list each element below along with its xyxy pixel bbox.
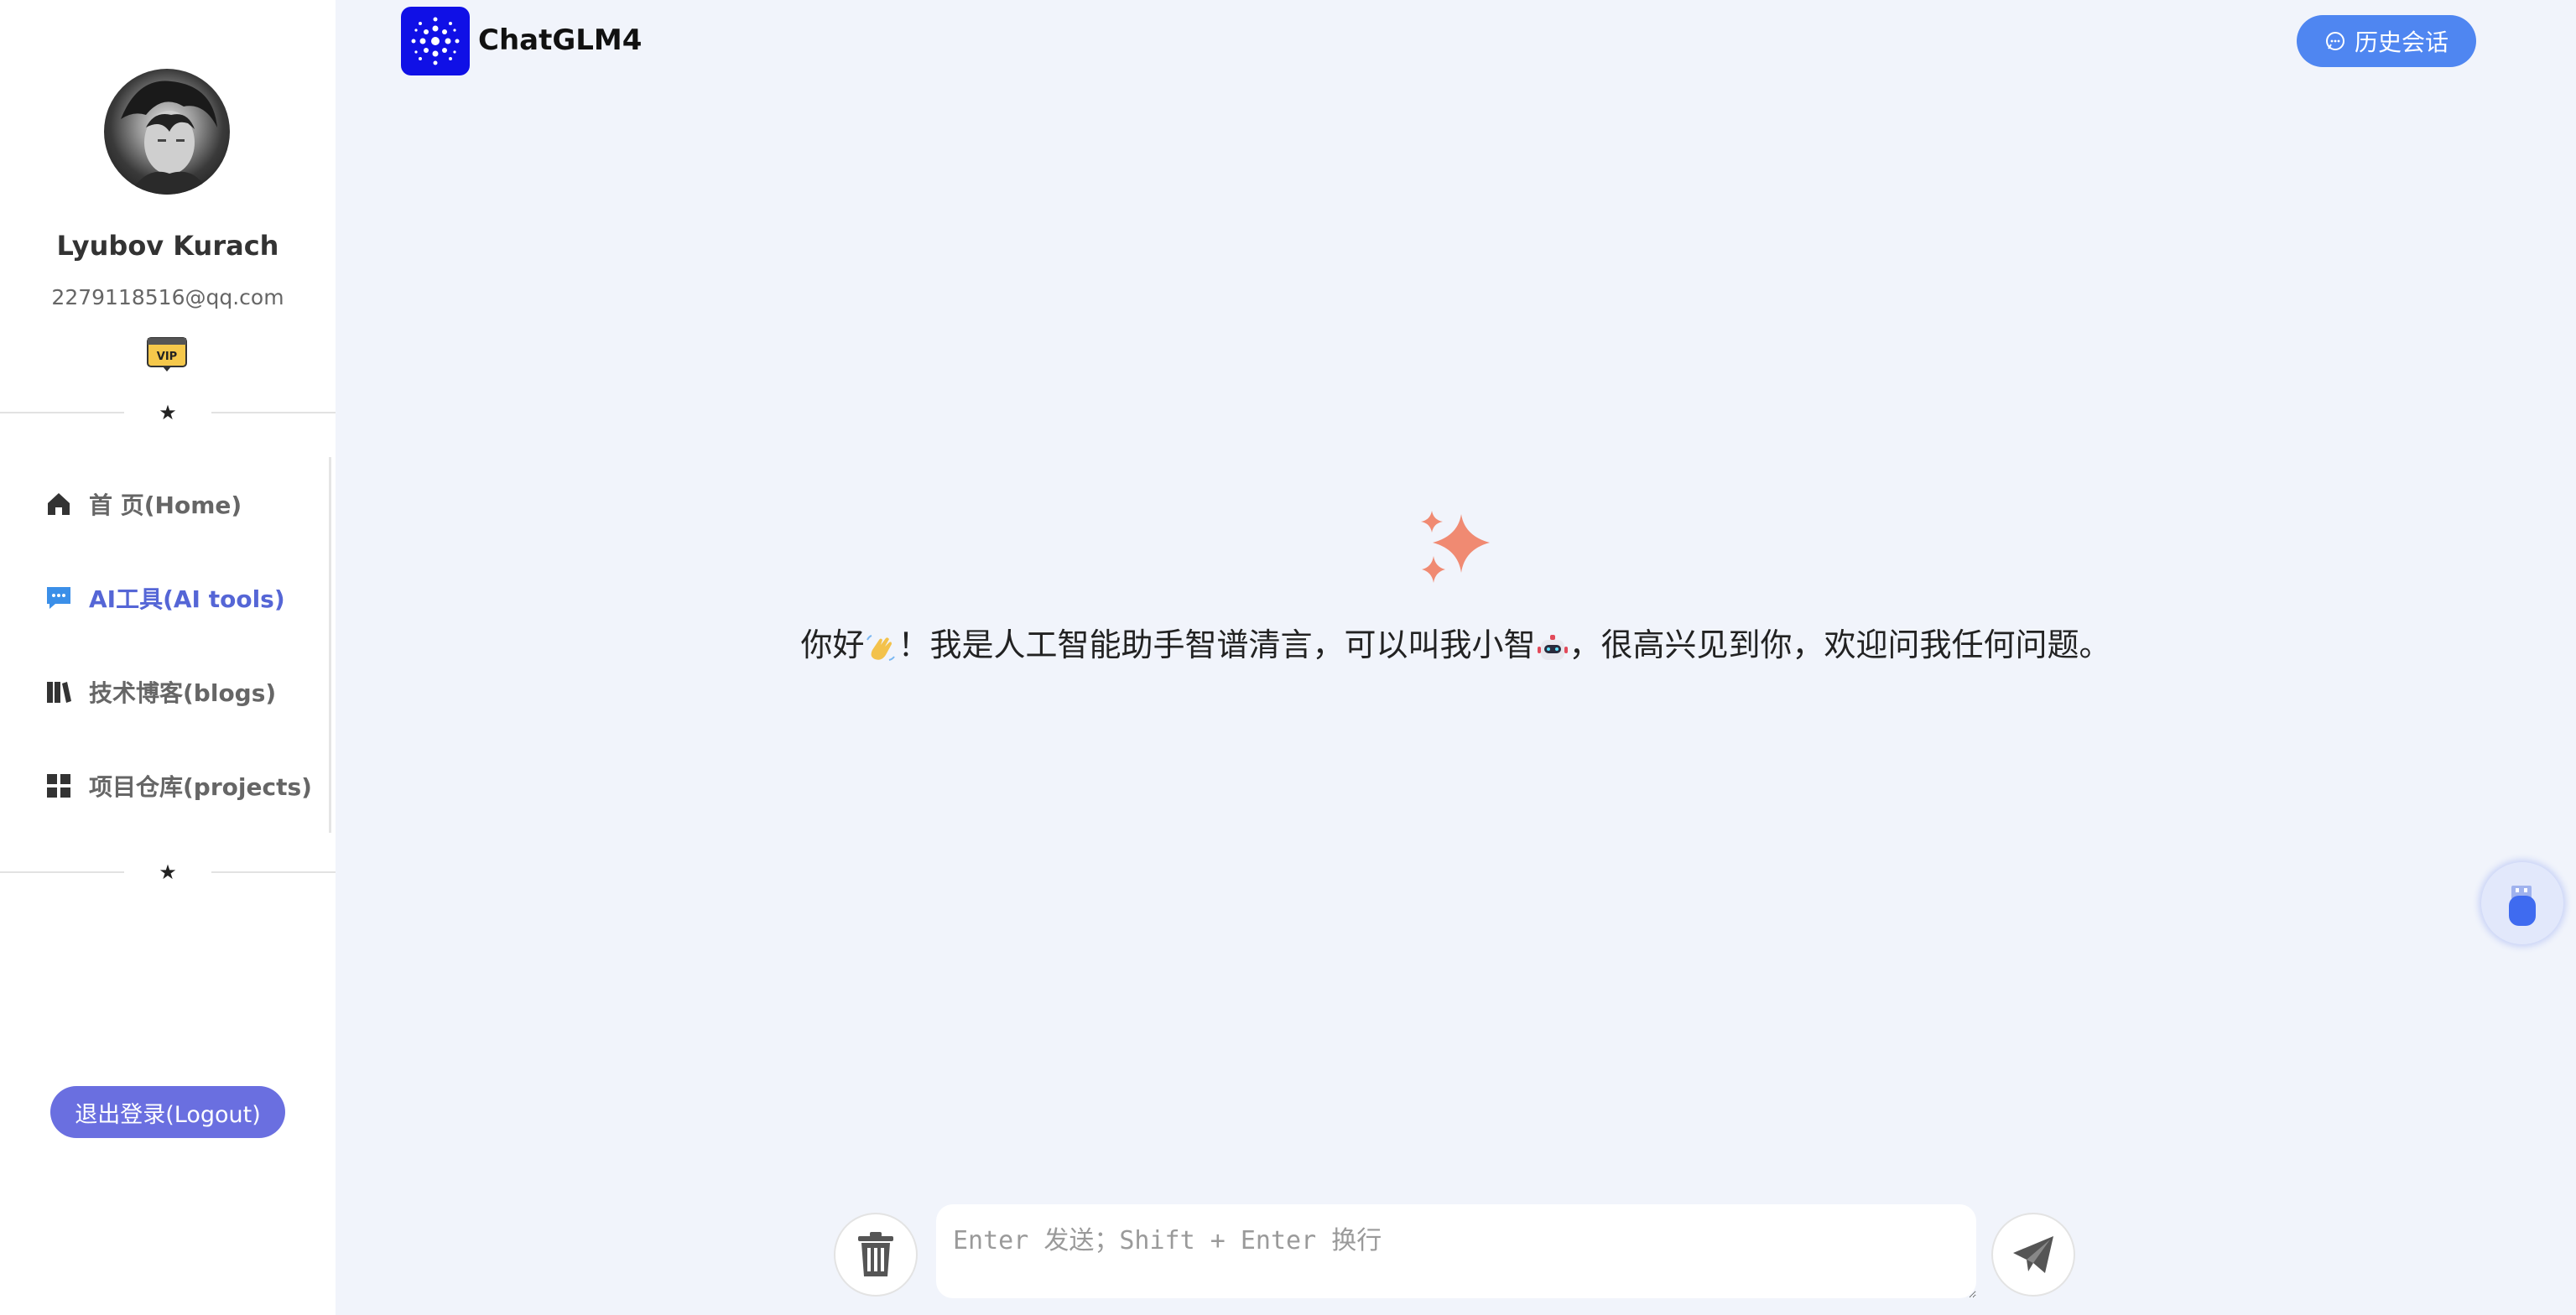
clear-chat-button[interactable] xyxy=(834,1213,918,1297)
logout-button[interactable]: 退出登录(Logout) xyxy=(50,1086,285,1138)
chat-icon xyxy=(45,585,72,611)
welcome-text-2: ！我是人工智能助手智谱清言，可以叫我小智 xyxy=(898,626,1536,663)
message-input-container xyxy=(936,1204,1976,1298)
books-icon xyxy=(45,678,72,705)
sparkle-icon xyxy=(1418,507,1493,585)
sidebar-item-ai-tools[interactable]: AI工具(AI tools) xyxy=(45,573,285,623)
message-input[interactable] xyxy=(936,1204,1976,1298)
divider-top: ★ xyxy=(0,400,336,425)
sidebar-item-label: 技术博客(blogs) xyxy=(89,679,277,707)
history-label: 历史会话 xyxy=(2354,29,2449,56)
usb-drive-icon[interactable] xyxy=(2481,862,2563,944)
vip-badge-text: VIP xyxy=(157,351,177,363)
sidebar-item-label: 首 页(Home) xyxy=(89,491,242,519)
welcome-message: 你好 ！我是人工智能助手智谱清言，可以叫我小智 ，很高兴见到你，欢迎问我任何问题。 xyxy=(0,619,2576,665)
welcome-text-1: 你好 xyxy=(800,626,865,663)
app-logo[interactable] xyxy=(401,7,470,75)
star-icon: ★ xyxy=(159,860,177,884)
waving-hand-icon xyxy=(864,632,898,665)
sidebar-item-projects[interactable]: 项目仓库(projects) xyxy=(45,761,312,811)
trash-icon xyxy=(858,1232,893,1276)
sidebar-item-label: 项目仓库(projects) xyxy=(89,773,312,801)
history-sessions-button[interactable]: 历史会话 xyxy=(2297,15,2476,67)
avatar[interactable] xyxy=(104,69,230,195)
app-title: ChatGLM4 xyxy=(478,23,643,57)
home-icon xyxy=(45,491,72,517)
paper-plane-icon xyxy=(2013,1236,2053,1273)
chat-bubble-icon xyxy=(2325,32,2344,50)
user-name: Lyubov Kurach xyxy=(56,230,279,262)
grid-icon xyxy=(45,772,72,799)
vip-badge-icon: VIP xyxy=(146,331,188,373)
user-email: 2279118516@qq.com xyxy=(51,285,284,309)
sidebar-item-home[interactable]: 首 页(Home) xyxy=(45,479,242,529)
welcome-text-3: ，很高兴见到你，欢迎问我任何问题。 xyxy=(1569,626,2111,663)
send-button[interactable] xyxy=(1991,1213,2075,1297)
sidebar-item-blogs[interactable]: 技术博客(blogs) xyxy=(45,667,276,717)
star-icon: ★ xyxy=(159,401,177,424)
robot-icon xyxy=(1536,632,1569,665)
sidebar-item-label: AI工具(AI tools) xyxy=(89,585,285,613)
divider-bottom: ★ xyxy=(0,860,336,885)
